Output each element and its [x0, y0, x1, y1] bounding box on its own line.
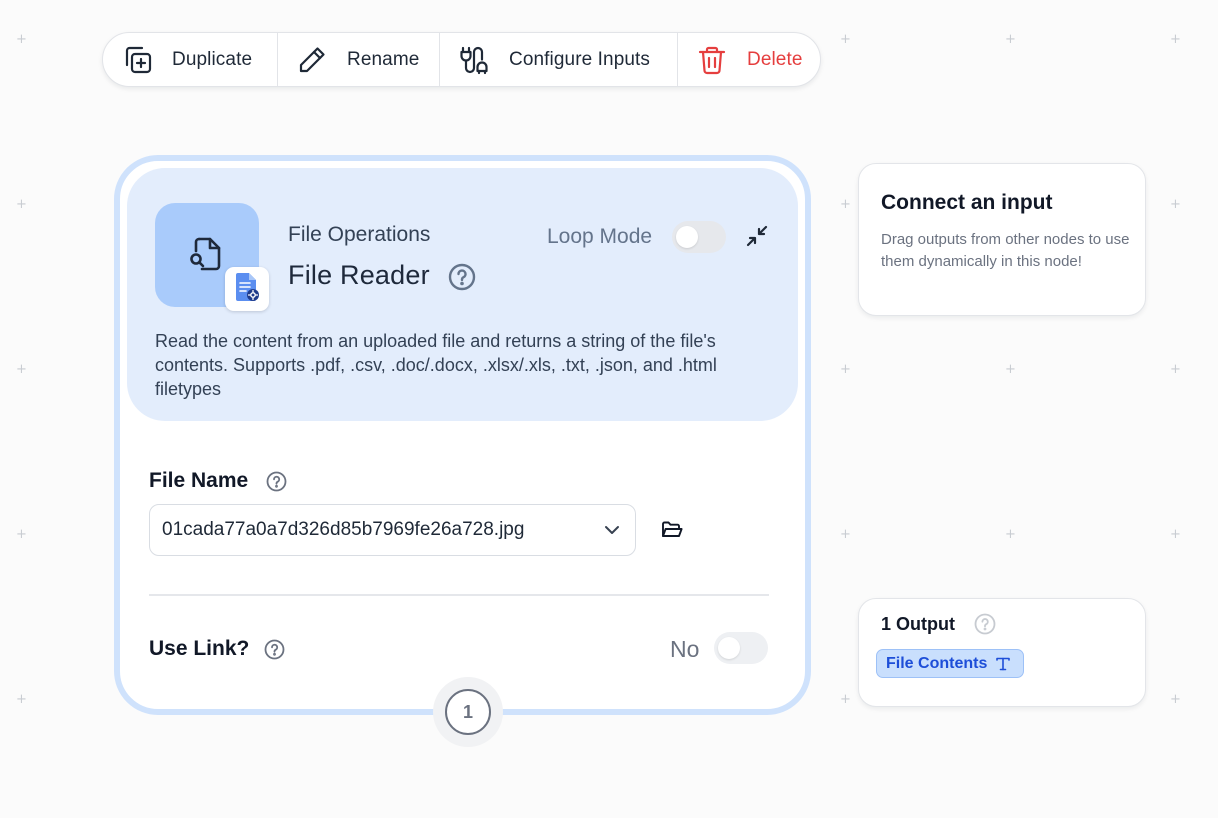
use-link-state-label: No [670, 636, 700, 662]
grid-marker: + [840, 197, 851, 212]
folder-open-icon[interactable] [660, 518, 684, 542]
node-description: Read the content from an uploaded file a… [155, 331, 717, 399]
node-title: File Reader [288, 260, 430, 290]
file-search-icon [185, 231, 229, 280]
grid-marker: + [840, 362, 851, 377]
file-name-select[interactable]: 01cada77a0a7d326d85b7969fe26a728.jpg [149, 504, 636, 556]
delete-button[interactable]: Delete [678, 33, 820, 86]
duplicate-button[interactable]: Duplicate [103, 33, 278, 86]
file-name-label: File Name [149, 469, 249, 492]
configure-inputs-label: Configure Inputs [509, 48, 651, 70]
grid-marker: + [1170, 32, 1181, 47]
grid-marker: + [1005, 527, 1016, 542]
output-title: 1 Output [881, 614, 955, 634]
loop-mode-label: Loop Mode [547, 225, 653, 248]
duplicate-icon [121, 44, 153, 76]
grid-marker: + [1005, 32, 1016, 47]
grid-marker: + [16, 692, 27, 707]
grid-marker: + [840, 692, 851, 707]
loop-mode-toggle[interactable] [672, 221, 726, 253]
toggle-knob [718, 637, 740, 659]
trash-icon [696, 44, 728, 76]
connect-input-description: Drag outputs from other nodes to use the… [881, 231, 1130, 270]
file-reader-node[interactable]: File Operations File Reader Loop Mode Re… [114, 155, 811, 747]
step-number: 1 [445, 689, 491, 735]
grid-marker: + [840, 32, 851, 47]
node-category: File Operations [288, 223, 431, 246]
rename-button[interactable]: Rename [278, 33, 440, 86]
chevron-down-icon [601, 519, 623, 541]
file-name-value: 01cada77a0a7d326d85b7969fe26a728.jpg [162, 519, 525, 540]
grid-marker: + [840, 527, 851, 542]
use-link-label: Use Link? [149, 637, 250, 660]
grid-marker: + [16, 527, 27, 542]
help-icon[interactable] [448, 263, 476, 291]
help-icon[interactable] [264, 639, 285, 660]
output-panel: 1 Output File Contents [858, 598, 1146, 707]
grid-marker: + [16, 362, 27, 377]
duplicate-label: Duplicate [172, 48, 253, 70]
document-settings-icon [232, 271, 262, 308]
grid-marker: + [1170, 362, 1181, 377]
field-divider [149, 594, 769, 596]
help-icon[interactable] [974, 613, 996, 635]
output-chip-label: File Contents [886, 654, 988, 672]
node-header: File Operations File Reader Loop Mode Re… [127, 168, 798, 421]
connect-input-panel: Connect an input Drag outputs from other… [858, 163, 1146, 316]
configure-inputs-button[interactable]: Configure Inputs [440, 33, 678, 86]
grid-marker: + [16, 32, 27, 47]
connect-input-title: Connect an input [881, 191, 1053, 214]
delete-label: Delete [747, 48, 803, 70]
use-link-toggle[interactable] [714, 632, 768, 664]
node-toolbar: Duplicate Rename Configure Inputs Delete [102, 32, 821, 87]
pencil-icon [296, 44, 328, 76]
help-icon[interactable] [266, 471, 287, 492]
step-indicator[interactable]: 1 [433, 677, 503, 747]
grid-marker: + [1005, 362, 1016, 377]
output-chip-file-contents[interactable]: File Contents [876, 649, 1025, 678]
node-icon-badge [225, 267, 269, 311]
grid-marker: + [16, 197, 27, 212]
collapse-icon[interactable] [744, 223, 770, 249]
grid-marker: + [1170, 692, 1181, 707]
plug-icon [458, 44, 490, 76]
text-type-icon [995, 656, 1011, 672]
toggle-knob [676, 226, 698, 248]
rename-label: Rename [347, 48, 420, 70]
grid-marker: + [1170, 197, 1181, 212]
grid-marker: + [1170, 527, 1181, 542]
